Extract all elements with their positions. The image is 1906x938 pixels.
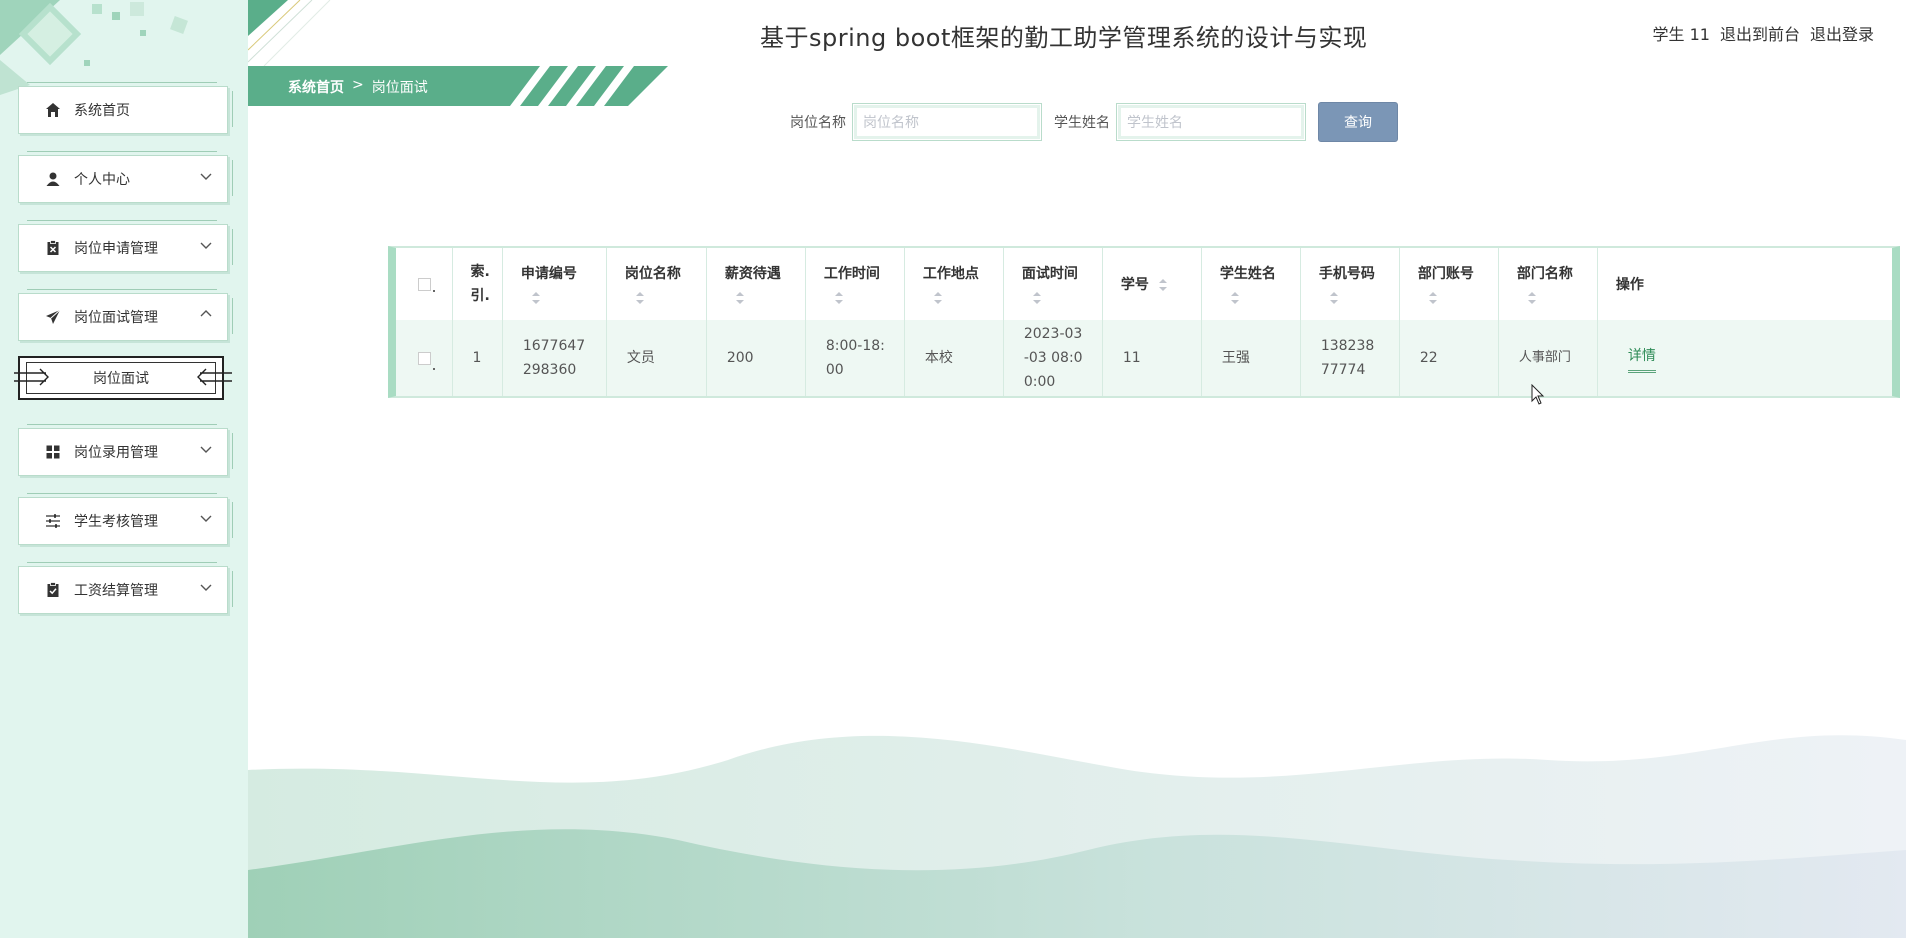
search-button[interactable]: 查询 <box>1318 102 1398 142</box>
position-name-input[interactable] <box>852 103 1042 141</box>
sort-icon[interactable] <box>834 291 844 305</box>
chevron-down-icon <box>200 173 212 180</box>
breadcrumb-separator: > <box>352 77 364 93</box>
sort-icon[interactable] <box>635 291 645 305</box>
checkbox[interactable] <box>418 277 431 291</box>
student-name-input[interactable] <box>1116 103 1306 141</box>
header-phone[interactable]: 手机号码 <box>1300 248 1400 320</box>
header-corner-decoration <box>248 0 331 66</box>
chevron-down-icon <box>200 242 212 249</box>
header-dept-name[interactable]: 部门名称 <box>1498 248 1598 320</box>
table-header-row: 索. 引. 申请编号 岗位名称 薪资待遇 工作时间 工作地点 面试时间 学号 学… <box>396 248 1892 320</box>
send-icon <box>44 308 62 326</box>
grid-icon <box>44 443 62 461</box>
cell-work-place: 本校 <box>904 320 1004 396</box>
header-work-place[interactable]: 工作地点 <box>904 248 1004 320</box>
cell-actions: 详情 <box>1597 320 1892 396</box>
cell-application-no: 1677647298360 <box>502 320 607 396</box>
back-to-front-link[interactable]: 退出到前台 <box>1720 21 1800 45</box>
student-name-label: 学生姓名 <box>1054 115 1110 131</box>
checklist-icon <box>44 581 62 599</box>
app-title: 基于spring boot框架的勤工助学管理系统的设计与实现 <box>760 24 1368 52</box>
background-waves <box>248 735 1906 938</box>
detail-link[interactable]: 详情 <box>1627 344 1656 373</box>
position-name-label: 岗位名称 <box>790 115 846 131</box>
header-index: 索. 引. <box>452 248 503 320</box>
cell-student-no: 11 <box>1102 320 1202 396</box>
sidebar-decoration <box>0 0 188 95</box>
sidebar-item-label: 岗位录用管理 <box>74 445 158 461</box>
sort-icon[interactable] <box>1230 291 1240 305</box>
mouse-cursor <box>1531 384 1545 405</box>
checkbox[interactable] <box>418 351 431 365</box>
sidebar-item-personal-center[interactable]: 个人中心 <box>18 151 233 203</box>
arrow-left-icon <box>197 368 232 386</box>
cell-index: 1 <box>452 320 503 396</box>
chevron-down-icon <box>200 446 212 453</box>
cell-work-time: 8:00-18:00 <box>805 320 905 396</box>
arrow-right-icon <box>14 368 49 386</box>
cell-salary: 200 <box>706 320 806 396</box>
header-actions: 操作 <box>1597 248 1892 320</box>
interview-table: 索. 引. 申请编号 岗位名称 薪资待遇 工作时间 工作地点 面试时间 学号 学… <box>388 246 1900 398</box>
clipboard-icon <box>44 239 62 257</box>
home-icon <box>44 101 62 119</box>
header-salary[interactable]: 薪资待遇 <box>706 248 806 320</box>
sidebar-item-salary-management[interactable]: 工资结算管理 <box>18 562 233 614</box>
row-select[interactable] <box>396 320 453 396</box>
header-position[interactable]: 岗位名称 <box>606 248 707 320</box>
breadcrumb: 系统首页 > 岗位面试 <box>248 66 668 106</box>
chevron-down-icon <box>200 515 212 522</box>
sidebar-item-label: 学生考核管理 <box>74 514 158 530</box>
sidebar-item-label: 个人中心 <box>74 172 130 188</box>
sidebar-item-hiring-management[interactable]: 岗位录用管理 <box>18 424 233 476</box>
cell-phone: 13823877774 <box>1300 320 1400 396</box>
search-bar: 岗位名称 学生姓名 查询 <box>790 102 1398 142</box>
chevron-down-icon <box>200 584 212 591</box>
sort-icon[interactable] <box>933 291 943 305</box>
header-student-name[interactable]: 学生姓名 <box>1201 248 1301 320</box>
sort-icon[interactable] <box>735 291 745 305</box>
sidebar-item-label: 工资结算管理 <box>74 583 158 599</box>
cell-interview-time: 2023-03-03 08:00:00 <box>1003 320 1103 396</box>
cell-dept-account: 22 <box>1399 320 1499 396</box>
sidebar-subitem-interview[interactable]: 岗位面试 <box>14 356 232 400</box>
user-icon <box>44 170 62 188</box>
sidebar-item-home[interactable]: 系统首页 <box>18 82 233 134</box>
header-work-time[interactable]: 工作时间 <box>805 248 905 320</box>
sort-icon[interactable] <box>1527 291 1537 305</box>
sidebar-subitem-label: 岗位面试 <box>93 371 149 387</box>
user-label: 学生 11 <box>1652 25 1710 44</box>
cell-position: 文员 <box>606 320 707 396</box>
header-interview-time[interactable]: 面试时间 <box>1003 248 1103 320</box>
header-student-no[interactable]: 学号 <box>1102 248 1202 320</box>
sliders-icon <box>44 512 62 530</box>
sort-icon[interactable] <box>1158 278 1168 292</box>
breadcrumb-home[interactable]: 系统首页 <box>288 77 344 97</box>
sidebar-item-assessment-management[interactable]: 学生考核管理 <box>18 493 233 545</box>
header-application-no[interactable]: 申请编号 <box>502 248 607 320</box>
header-dept-account[interactable]: 部门账号 <box>1399 248 1499 320</box>
chevron-up-icon <box>200 310 212 317</box>
sidebar: 系统首页 个人中心 岗位申请管理 岗位面试管理 岗位面试 岗位录用管理 学生考核… <box>0 0 248 938</box>
sidebar-item-interview-management[interactable]: 岗位面试管理 <box>18 289 233 341</box>
breadcrumb-current: 岗位面试 <box>371 80 428 96</box>
user-links: 学生 11 退出到前台 退出登录 <box>1653 21 1874 45</box>
cell-student-name: 王强 <box>1201 320 1301 396</box>
sidebar-item-label: 岗位面试管理 <box>74 310 158 326</box>
cell-dept-name: 人事部门 <box>1498 320 1598 396</box>
sidebar-item-position-application[interactable]: 岗位申请管理 <box>18 220 233 272</box>
header-select-all[interactable] <box>396 248 453 320</box>
sidebar-item-label: 岗位申请管理 <box>74 241 158 257</box>
logout-link[interactable]: 退出登录 <box>1810 21 1874 45</box>
sort-icon[interactable] <box>1032 291 1042 305</box>
sidebar-item-label: 系统首页 <box>74 103 130 119</box>
sort-icon[interactable] <box>531 291 541 305</box>
sort-icon[interactable] <box>1329 291 1339 305</box>
sort-icon[interactable] <box>1428 291 1438 305</box>
table-row: 1 1677647298360 文员 200 8:00-18:00 本校 202… <box>396 320 1892 396</box>
